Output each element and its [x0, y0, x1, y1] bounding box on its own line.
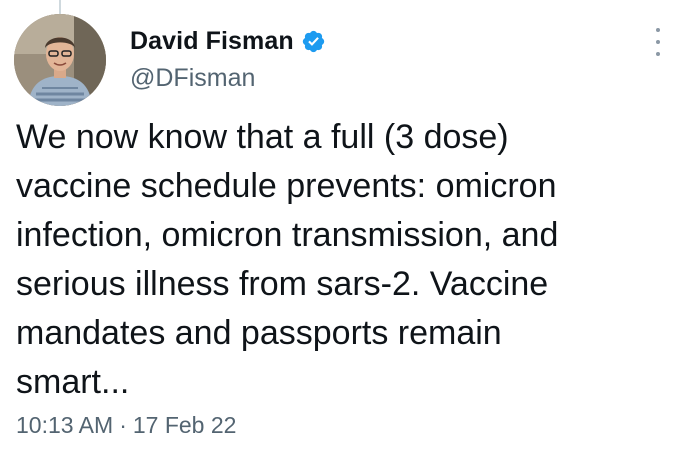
verified-badge-icon [301, 29, 326, 54]
author-block: David Fisman @DFisman [130, 24, 326, 93]
more-dot [656, 40, 660, 44]
author-display-name[interactable]: David Fisman [130, 27, 294, 56]
tweet-meta: 10:13 AM · 17 Feb 22 [16, 412, 236, 439]
meta-separator: · [119, 412, 127, 438]
tweet-time[interactable]: 10:13 AM [16, 412, 113, 439]
author-handle[interactable]: @DFisman [130, 64, 326, 93]
more-dot [656, 52, 660, 56]
avatar[interactable] [14, 14, 106, 106]
more-dot [656, 28, 660, 32]
tweet-text: We now know that a full (3 dose) vaccine… [16, 118, 559, 401]
thread-connector-line [59, 0, 61, 14]
tweet-card: David Fisman @DFisman We now know that a… [0, 0, 679, 453]
tweet-date[interactable]: 17 Feb 22 [133, 412, 237, 439]
avatar-photo [14, 14, 106, 106]
name-row: David Fisman [130, 24, 326, 58]
more-options-icon[interactable] [651, 24, 665, 60]
